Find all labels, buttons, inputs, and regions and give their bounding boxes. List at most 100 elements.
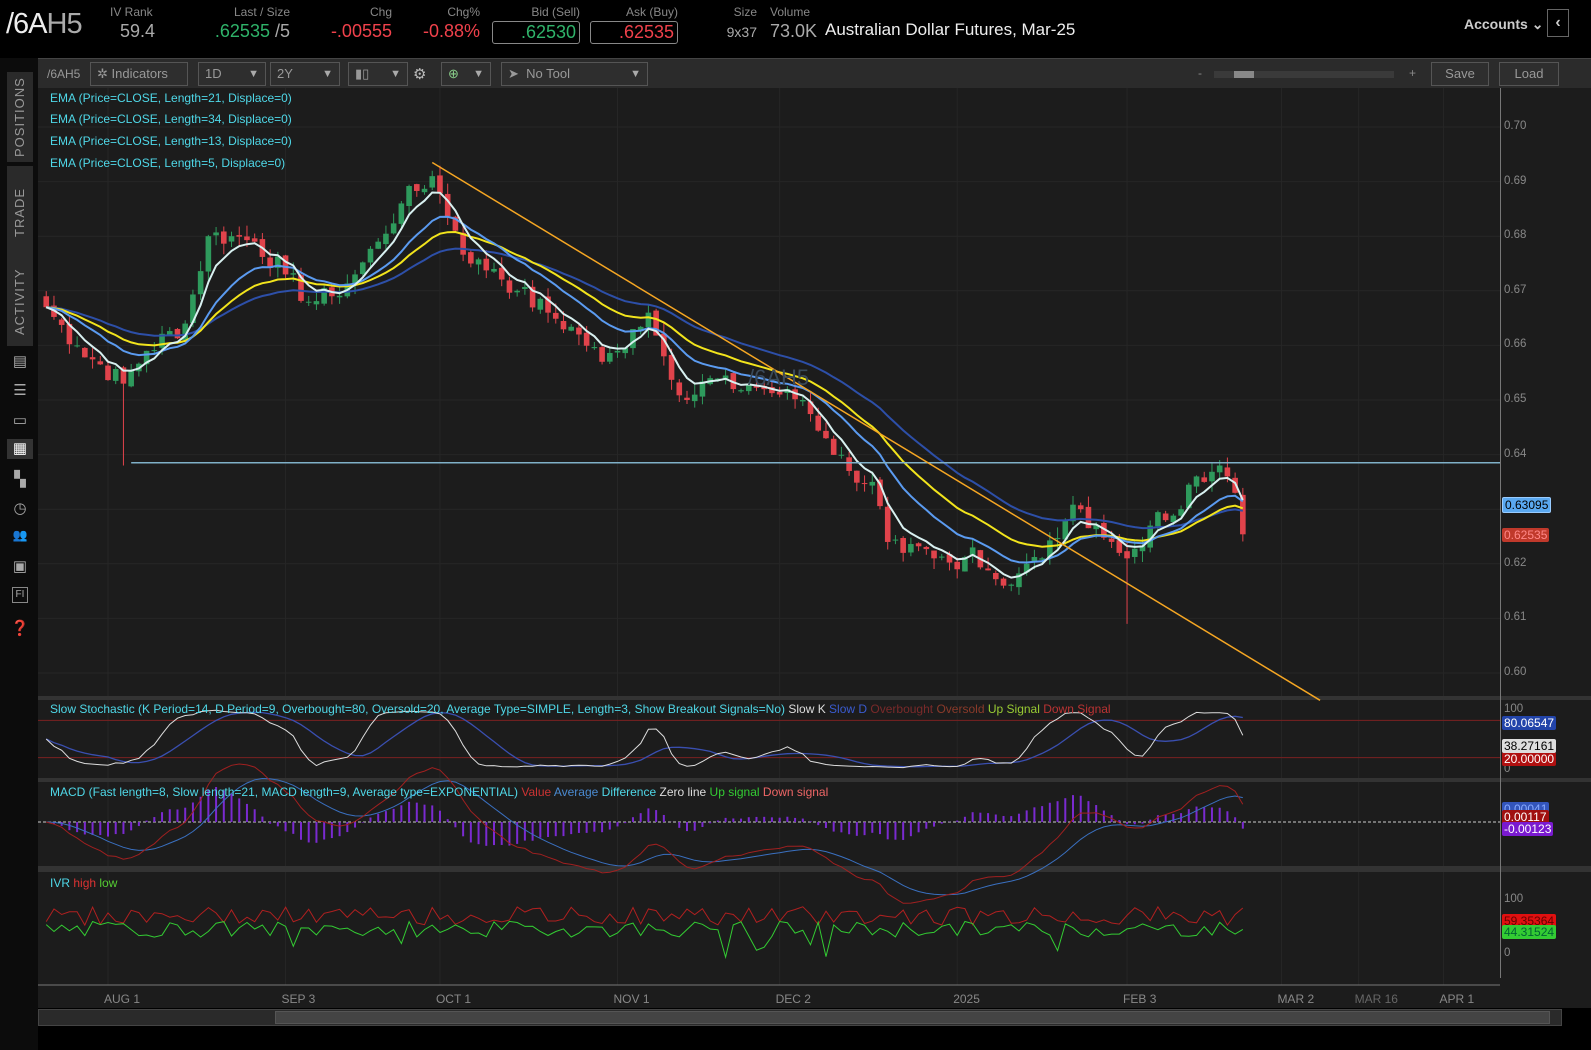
- price-tick: 0.68: [1504, 229, 1527, 242]
- candle: [1162, 513, 1169, 521]
- study-ema-13[interactable]: EMA (Price=CLOSE, Length=13, Displace=0): [50, 134, 292, 148]
- slow-k-line: [45, 709, 1244, 769]
- candle: [421, 188, 428, 193]
- last-price-tag: 0.62535: [1502, 528, 1550, 542]
- candle: [522, 286, 528, 290]
- candle: [915, 543, 922, 547]
- candle: [359, 262, 366, 275]
- candle: [174, 328, 181, 339]
- candle: [900, 538, 906, 553]
- candle: [460, 232, 466, 255]
- candle: [205, 236, 212, 272]
- candle: [151, 350, 158, 352]
- price-tick: 0.69: [1504, 174, 1527, 187]
- ema-price-tag: 0.63095: [1502, 497, 1552, 513]
- candle: [89, 357, 96, 360]
- candle: [869, 481, 876, 486]
- candle: [993, 572, 999, 580]
- slow-d-tag: 80.06547: [1502, 716, 1557, 730]
- date-tick: APR 1: [1439, 992, 1475, 1006]
- candle: [1108, 538, 1115, 542]
- slow-k-tag: 38.27161: [1502, 739, 1557, 753]
- ivr-tick-0: 0: [1504, 947, 1511, 959]
- ivr-high-line: [45, 905, 1244, 927]
- price-tick: 0.67: [1504, 283, 1527, 296]
- stochastic-title[interactable]: Slow Stochastic (K Period=14, D Period=9…: [50, 702, 1111, 716]
- candle: [776, 391, 783, 395]
- candle: [938, 556, 945, 558]
- candle: [560, 320, 567, 330]
- price-axis-line: [1500, 88, 1501, 978]
- scrollbar-thumb[interactable]: [275, 1011, 1550, 1024]
- date-tick: OCT 1: [435, 992, 472, 1006]
- candle: [1193, 476, 1200, 487]
- ivr-title[interactable]: IVR high low: [50, 876, 117, 890]
- candle: [1008, 584, 1015, 586]
- candle: [1216, 465, 1223, 473]
- candle: [1224, 467, 1231, 477]
- price-tick: 0.60: [1504, 666, 1527, 678]
- candle: [468, 252, 474, 264]
- candle: [668, 354, 675, 380]
- macd-diff-tag: -0.00123: [1502, 822, 1554, 836]
- macd-title[interactable]: MACD (Fast length=8, Slow length=21, MAC…: [50, 785, 828, 799]
- date-tick: 2025: [953, 992, 980, 1006]
- ema-21-line: [46, 230, 1244, 548]
- candle: [815, 415, 822, 431]
- candle: [1077, 505, 1084, 510]
- candle: [475, 259, 482, 265]
- candle: [506, 280, 513, 293]
- candle: [691, 394, 698, 402]
- candle: [74, 345, 80, 347]
- candle: [383, 233, 389, 245]
- candle: [1209, 471, 1215, 482]
- candle: [97, 361, 104, 365]
- study-ema-21[interactable]: EMA (Price=CLOSE, Length=21, Displace=0): [50, 91, 292, 105]
- candle: [684, 397, 690, 400]
- price-tick: 0.61: [1504, 611, 1527, 624]
- candle: [861, 483, 868, 485]
- candle: [552, 312, 559, 319]
- date-tick: AUG 1: [104, 992, 141, 1006]
- candle: [607, 352, 613, 362]
- candle: [1054, 537, 1061, 539]
- candle: [514, 290, 520, 293]
- horizontal-scrollbar[interactable]: [38, 1009, 1562, 1026]
- candle: [985, 568, 991, 571]
- candle: [830, 438, 837, 455]
- candle: [568, 326, 574, 331]
- candle: [429, 176, 436, 188]
- candle: [591, 347, 598, 349]
- candle: [498, 267, 505, 280]
- candle: [244, 236, 250, 241]
- study-ema-5[interactable]: EMA (Price=CLOSE, Length=5, Displace=0): [50, 156, 285, 170]
- candle: [398, 203, 405, 224]
- candle: [908, 544, 914, 553]
- candle: [954, 561, 960, 570]
- candle: [437, 175, 443, 194]
- study-ema-34[interactable]: EMA (Price=CLOSE, Length=34, Displace=0): [50, 112, 292, 126]
- candle: [576, 327, 582, 335]
- candle: [583, 332, 590, 346]
- candle: [375, 241, 381, 249]
- candle: [892, 539, 899, 541]
- date-tick: NOV 1: [613, 992, 650, 1006]
- candle: [236, 235, 243, 237]
- date-tick: SEP 3: [281, 992, 316, 1006]
- candle: [800, 400, 806, 402]
- candle: [221, 231, 227, 244]
- candle: [1201, 477, 1208, 482]
- price-tick: 0.64: [1504, 447, 1527, 460]
- candle: [43, 296, 50, 308]
- trend-line: [431, 161, 1321, 701]
- candle: [1155, 512, 1161, 527]
- price-tick: 0.62: [1504, 556, 1527, 569]
- candle: [1000, 578, 1007, 586]
- date-tick: FEB 3: [1123, 992, 1157, 1006]
- candle: [367, 248, 374, 263]
- price-tick: 0.66: [1504, 338, 1527, 351]
- candle: [846, 457, 852, 471]
- candle: [282, 255, 289, 275]
- candle: [537, 298, 544, 310]
- candle: [838, 454, 845, 456]
